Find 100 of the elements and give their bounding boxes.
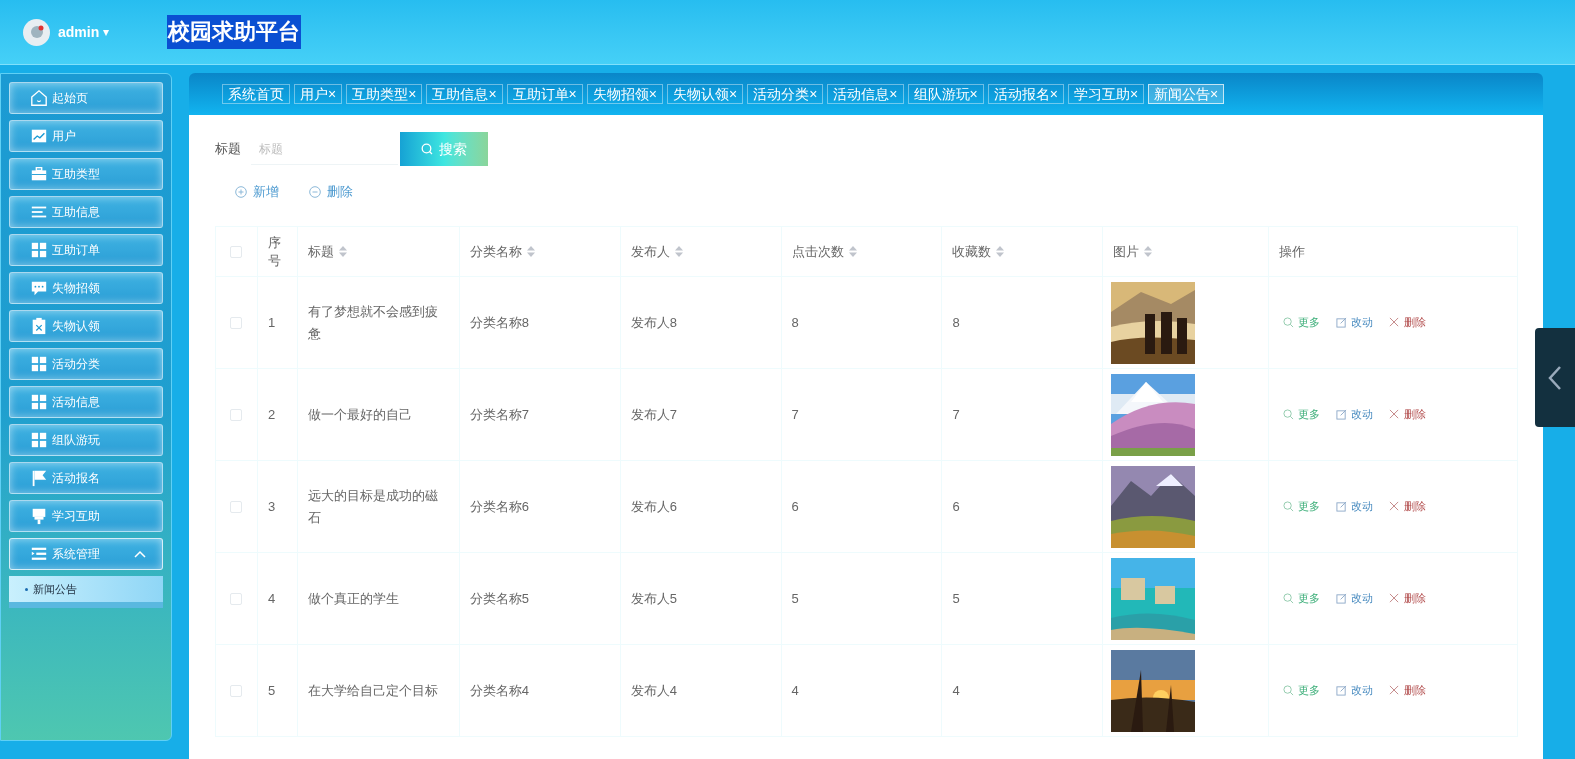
grid-icon — [30, 241, 48, 259]
chat-icon — [30, 279, 48, 297]
more-link[interactable]: 更多 — [1283, 682, 1321, 699]
column-header[interactable]: 点击次数 — [791, 241, 844, 262]
edit-link[interactable]: 改动 — [1336, 682, 1374, 699]
tab[interactable]: 失物招领× — [586, 84, 663, 104]
edit-link[interactable]: 改动 — [1336, 314, 1374, 331]
app-title: 校园求助平台 — [167, 15, 302, 49]
sort-icon[interactable] — [674, 246, 683, 257]
table-cell-text: 分类名称7 — [469, 405, 530, 424]
more-link[interactable]: 更多 — [1283, 498, 1321, 515]
edit-icon — [1336, 501, 1348, 512]
checkbox[interactable] — [230, 592, 243, 605]
chart-icon — [30, 127, 48, 145]
edit-icon — [1336, 593, 1348, 604]
tab[interactable]: 用户× — [294, 84, 343, 104]
menu-item[interactable]: 失物认领 — [9, 310, 163, 342]
search-button[interactable]: 搜索 — [400, 132, 488, 166]
tab[interactable]: 互助类型× — [346, 84, 423, 104]
add-button[interactable]: 新增 — [235, 182, 279, 202]
tab[interactable]: 活动分类× — [747, 84, 824, 104]
more-link[interactable]: 更多 — [1283, 314, 1321, 331]
delete-link[interactable]: 删除 — [1389, 682, 1427, 699]
menu-item[interactable]: 活动报名 — [9, 462, 163, 494]
grid-icon — [30, 355, 48, 373]
edit-link[interactable]: 改动 — [1336, 406, 1374, 423]
grid-icon — [30, 393, 48, 411]
table-cell-text: 2 — [267, 405, 276, 424]
home-icon — [30, 89, 48, 107]
menu-item[interactable]: 失物招领 — [9, 272, 163, 304]
menu-item[interactable]: 系统管理 — [9, 538, 163, 570]
sort-icon[interactable] — [338, 246, 347, 257]
table-cell-text: 远大的目标是成功的磁石 — [307, 486, 439, 527]
edit-icon — [1336, 685, 1348, 696]
column-header[interactable]: 发布人 — [630, 241, 670, 262]
menu-icon — [30, 545, 48, 563]
checkbox[interactable] — [230, 500, 243, 513]
menu-item[interactable]: 起始页 — [9, 82, 163, 114]
delete-link[interactable]: 删除 — [1389, 590, 1427, 607]
menu-item[interactable]: 活动信息 — [9, 386, 163, 418]
tab[interactable]: 系统首页 — [222, 84, 290, 104]
table-cell-text: 做一个最好的自己 — [307, 405, 412, 424]
delete-link[interactable]: 删除 — [1389, 314, 1427, 331]
tab[interactable]: 互助信息× — [426, 84, 503, 104]
submenu-item[interactable]: 新闻公告 — [9, 576, 163, 602]
sort-icon[interactable] — [526, 246, 535, 257]
sort-icon[interactable] — [848, 246, 857, 257]
caret-icon[interactable]: ▾ — [103, 23, 110, 41]
menu-item[interactable]: 互助类型 — [9, 158, 163, 190]
chevron-left-icon — [1548, 364, 1562, 391]
more-link[interactable]: 更多 — [1283, 406, 1321, 423]
checkbox[interactable] — [230, 245, 243, 258]
sort-icon[interactable] — [996, 246, 1005, 257]
username[interactable]: admin — [58, 21, 100, 43]
table-cell-text: 1 — [267, 313, 276, 332]
checkbox[interactable] — [230, 684, 243, 697]
checkbox[interactable] — [230, 408, 243, 421]
column-header[interactable]: 分类名称 — [469, 241, 522, 262]
edit-link[interactable]: 改动 — [1336, 590, 1374, 607]
table-cell-text: 做个真正的学生 — [307, 589, 399, 608]
delete-link[interactable]: 删除 — [1389, 498, 1427, 515]
tab[interactable]: 活动信息× — [827, 84, 904, 104]
menu-item[interactable]: 互助信息 — [9, 196, 163, 228]
menu-item[interactable]: 组队游玩 — [9, 424, 163, 456]
edit-icon — [1336, 317, 1348, 328]
close-icon — [1389, 685, 1401, 696]
tab[interactable]: 学习互助× — [1067, 84, 1145, 104]
column-header[interactable]: 图片 — [1113, 241, 1140, 262]
table-cell-text: 7 — [791, 405, 799, 424]
grid-icon — [30, 431, 48, 449]
sort-icon[interactable] — [1144, 246, 1153, 257]
column-header[interactable]: 标题 — [307, 241, 334, 262]
tab[interactable]: 互助订单× — [506, 84, 583, 104]
delete-button[interactable]: 删除 — [309, 182, 353, 202]
tab[interactable]: 组队游玩× — [907, 84, 984, 104]
collapse-handle[interactable] — [1535, 328, 1575, 427]
tab[interactable]: 活动报名× — [987, 84, 1064, 104]
edit-icon — [1336, 409, 1348, 420]
search-field[interactable]: 标题 — [251, 133, 398, 165]
table-cell-text: 分类名称4 — [469, 681, 530, 700]
menu-item[interactable]: 学习互助 — [9, 500, 163, 532]
search-icon — [421, 143, 433, 155]
checkbox[interactable] — [230, 316, 243, 329]
menu-item[interactable]: 互助订单 — [9, 234, 163, 266]
table-cell-text: 发布人8 — [630, 313, 677, 332]
tab[interactable]: 失物认领× — [666, 84, 744, 104]
edit-link[interactable]: 改动 — [1336, 498, 1374, 515]
table-cell-text: 在大学给自己定个目标 — [307, 681, 438, 700]
column-header: 序号 — [267, 233, 282, 270]
table-cell-text: 8 — [791, 313, 799, 332]
delete-link[interactable]: 删除 — [1389, 406, 1427, 423]
table-cell-text: 6 — [791, 497, 799, 516]
more-link[interactable]: 更多 — [1283, 590, 1321, 607]
table-cell-text: 有了梦想就不会感到疲惫 — [307, 302, 439, 343]
menu-item[interactable]: 用户 — [9, 120, 163, 152]
column-header[interactable]: 收藏数 — [952, 241, 992, 262]
menu-item[interactable]: 活动分类 — [9, 348, 163, 380]
tab[interactable]: 新闻公告× — [1148, 84, 1225, 104]
avatar-icon[interactable] — [23, 18, 50, 46]
table-cell-text: 5 — [791, 589, 799, 608]
